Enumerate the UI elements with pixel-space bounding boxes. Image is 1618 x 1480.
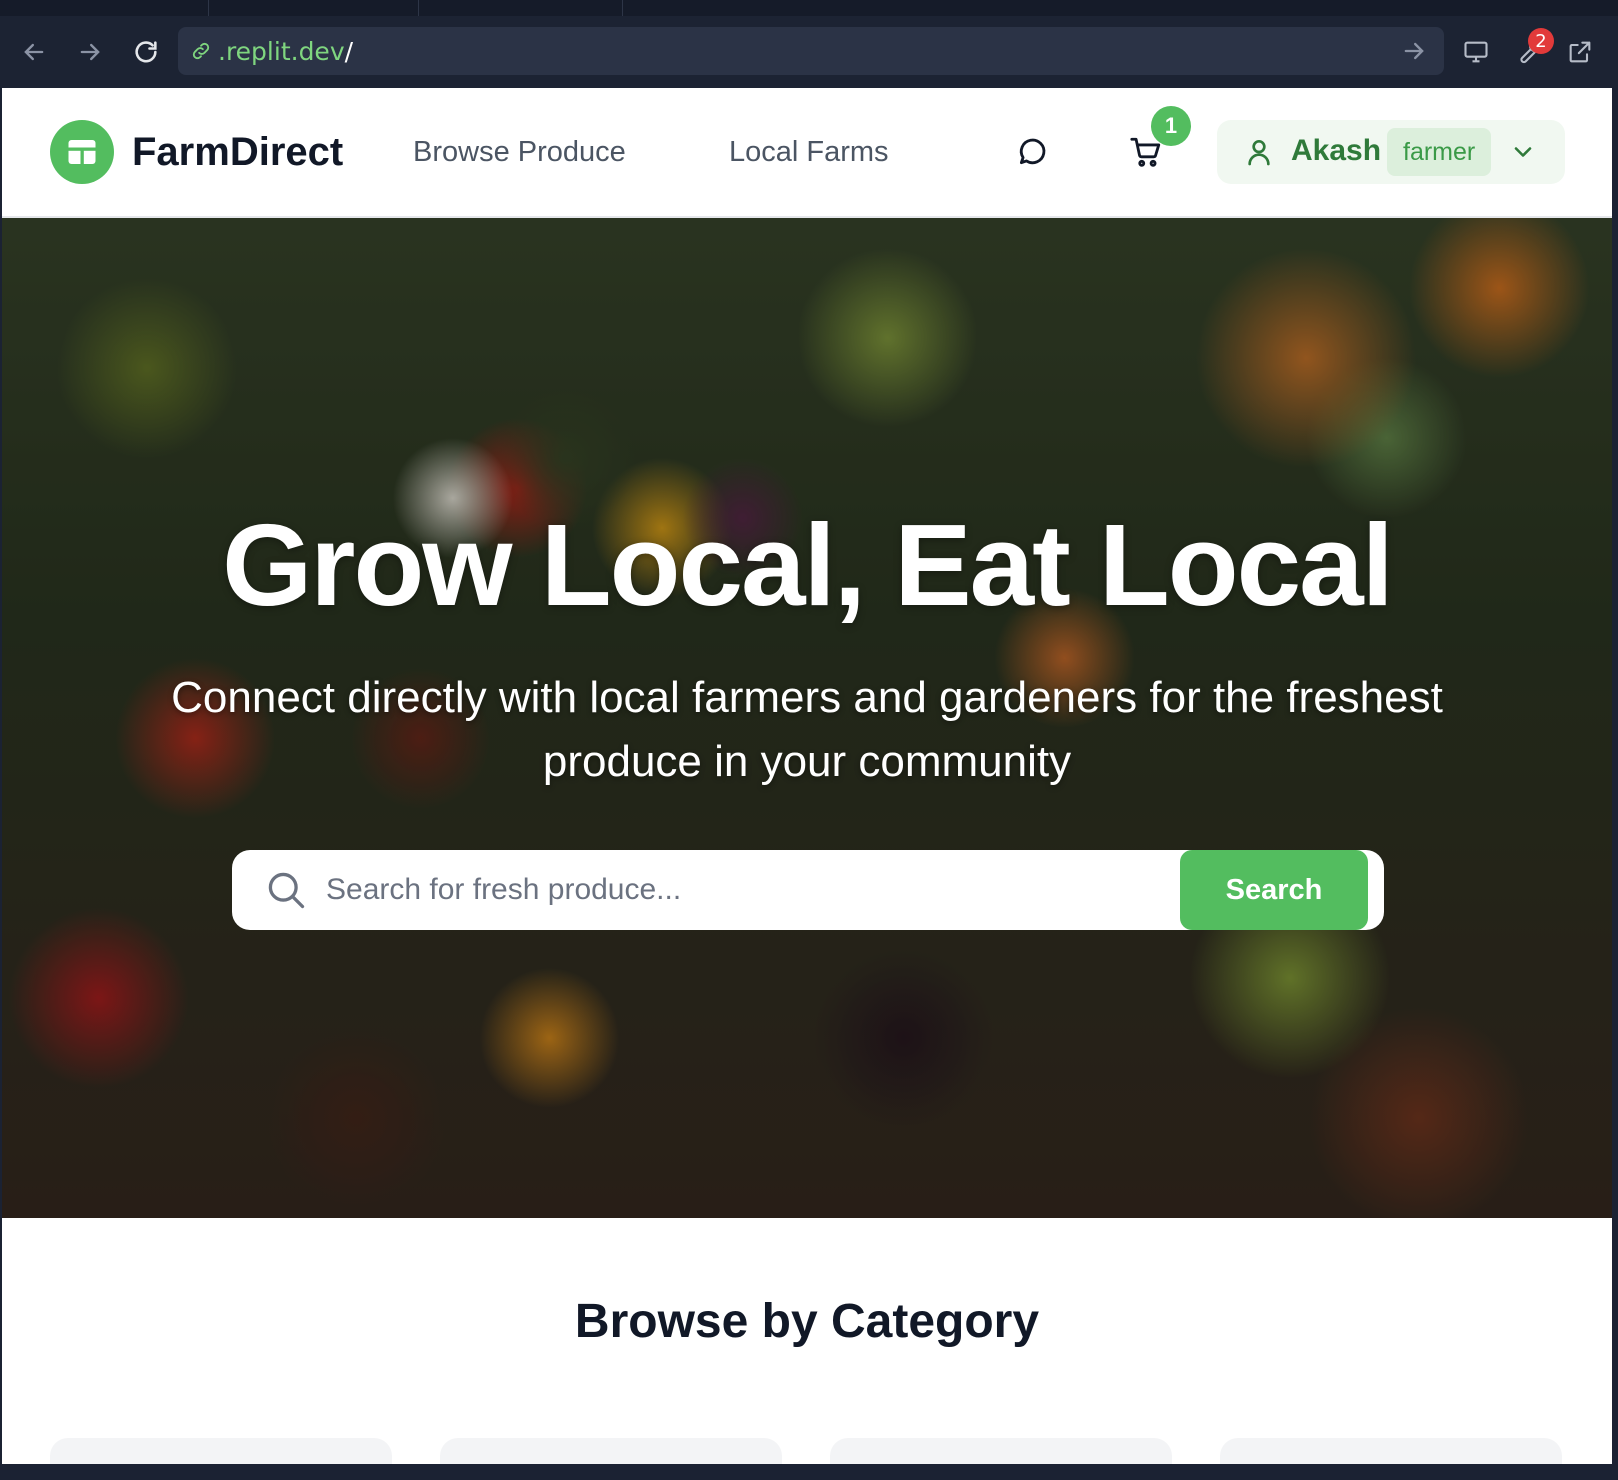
link-icon — [188, 38, 214, 64]
go-arrow-icon[interactable] — [1400, 37, 1428, 65]
hero-title: Grow Local, Eat Local — [222, 500, 1394, 630]
category-card[interactable] — [50, 1438, 392, 1464]
tab-divider — [418, 0, 419, 16]
cart-count-badge: 1 — [1151, 106, 1191, 146]
notification-badge: 2 — [1528, 28, 1554, 54]
devices-icon[interactable] — [1460, 36, 1492, 68]
nav-local-farms[interactable]: Local Farms — [729, 136, 889, 169]
brand-name[interactable]: FarmDirect — [132, 130, 343, 175]
page-viewport: FarmDirect Browse Produce Local Farms 1 … — [2, 88, 1612, 1464]
user-icon — [1248, 140, 1270, 166]
forward-arrow-icon[interactable] — [74, 36, 106, 68]
tab-divider — [622, 0, 623, 16]
back-arrow-icon[interactable] — [18, 36, 50, 68]
address-bar[interactable]: .replit.dev/ — [178, 27, 1444, 75]
user-menu-button[interactable]: Akash farmer — [1217, 120, 1565, 184]
url-host: .replit.dev — [218, 36, 345, 66]
user-role-badge: farmer — [1387, 128, 1492, 176]
nav-browse-produce[interactable]: Browse Produce — [413, 136, 626, 169]
url-path: / — [344, 36, 354, 66]
category-card[interactable] — [1220, 1438, 1562, 1464]
search-button[interactable]: Search — [1180, 850, 1368, 930]
search-bar: Search — [232, 850, 1384, 930]
category-card[interactable] — [830, 1438, 1172, 1464]
category-section-title: Browse by Category — [574, 1295, 1040, 1348]
url-text: .replit.dev/ — [218, 37, 353, 66]
browser-tab-strip — [0, 0, 1618, 16]
hero-subtitle: Connect directly with local farmers and … — [171, 673, 1443, 786]
tab-divider — [208, 0, 209, 16]
store-icon — [68, 140, 96, 164]
logo[interactable] — [50, 120, 114, 184]
open-external-icon[interactable] — [1564, 36, 1596, 68]
chevron-down-icon — [1514, 147, 1532, 157]
search-icon — [268, 872, 305, 909]
site-header: FarmDirect Browse Produce Local Farms 1 … — [2, 88, 1612, 218]
hero-banner: Grow Local, Eat Local Connect directly w… — [2, 218, 1612, 1218]
chat-icon[interactable] — [1012, 132, 1052, 172]
reload-icon[interactable] — [130, 36, 162, 68]
search-input[interactable] — [326, 850, 1146, 930]
tools-icon[interactable]: 2 — [1512, 28, 1554, 68]
category-card[interactable] — [440, 1438, 782, 1464]
user-name: Akash — [1291, 134, 1382, 167]
browser-toolbar: .replit.dev/ 2 — [0, 16, 1618, 88]
